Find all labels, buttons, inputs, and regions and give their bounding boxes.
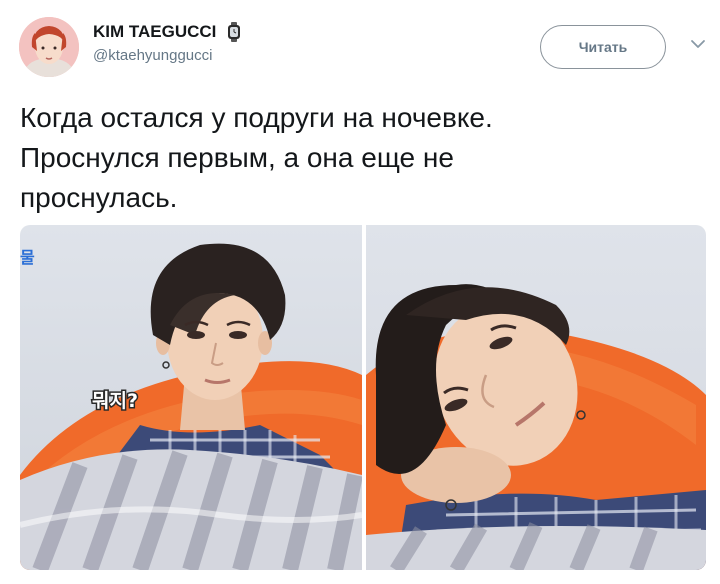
avatar-image — [19, 17, 79, 77]
avatar[interactable] — [19, 17, 79, 77]
watch-icon — [227, 22, 240, 42]
user-handle[interactable]: @ktaehyunggucci — [93, 47, 241, 64]
media-photo-left[interactable]: 뭐지? 물 — [20, 225, 362, 570]
tweet-text-line: Проснулся первым, а она еще не — [20, 142, 454, 173]
display-name[interactable]: KIM TAEGUCCI — [93, 22, 216, 42]
chevron-down-icon[interactable] — [690, 38, 706, 50]
photo-caption: 뭐지? — [92, 390, 138, 412]
tweet-media: 뭐지? 물 — [20, 225, 706, 570]
media-photo-right[interactable] — [366, 225, 706, 570]
tweet-author[interactable]: KIM TAEGUCCI @ktaehyunggucci — [93, 22, 241, 64]
tweet-text: Когда остался у подруги на ночевке. Прос… — [20, 98, 700, 218]
photo-right-image — [366, 225, 706, 570]
tweet-text-line: Когда остался у подруги на ночевке. — [20, 102, 493, 133]
follow-button[interactable]: Читать — [540, 25, 666, 69]
photo-corner-mark: 물 — [20, 248, 35, 267]
tweet-text-line: проснулась. — [20, 182, 178, 213]
tweet-card: KIM TAEGUCCI @ktaehyunggucci Читать Когд… — [0, 0, 720, 584]
photo-left-image: 뭐지? 물 — [20, 225, 362, 570]
